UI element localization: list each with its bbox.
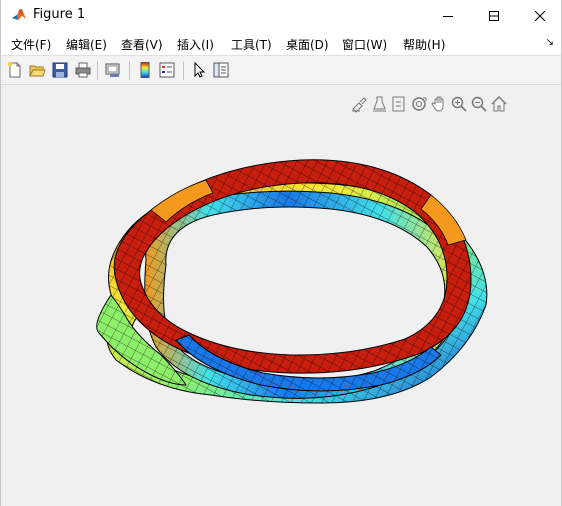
menu-edit[interactable]: 编辑(E) — [66, 36, 107, 53]
maximize-icon — [489, 10, 499, 21]
toolbar-separator — [97, 61, 98, 80]
window-title: Figure 1 — [33, 7, 86, 22]
edit-plot-icon[interactable] — [190, 61, 208, 79]
property-inspector-icon[interactable] — [212, 61, 230, 79]
save-icon[interactable] — [51, 61, 69, 79]
menu-file[interactable]: 文件(F) — [11, 36, 51, 53]
menu-collapse-icon[interactable]: ↘ — [546, 37, 554, 48]
new-figure-icon[interactable] — [6, 61, 24, 79]
toolbar-separator — [129, 61, 130, 80]
figure-canvas[interactable] — [1, 85, 561, 506]
minimize-button[interactable] — [425, 0, 471, 31]
menu-window[interactable]: 窗口(W) — [342, 36, 387, 53]
minimize-icon — [443, 15, 453, 17]
menu-help[interactable]: 帮助(H) — [403, 36, 445, 53]
close-icon — [535, 10, 545, 21]
menu-view[interactable]: 查看(V) — [121, 36, 163, 53]
insert-legend-icon[interactable] — [158, 61, 176, 79]
open-file-icon[interactable] — [28, 61, 46, 79]
figure-window: Figure 1 文件(F) 编辑(E) 查看(V) 插入(I) 工具(T) 桌… — [0, 0, 562, 506]
figure-toolbar — [1, 55, 561, 85]
close-button[interactable] — [517, 0, 562, 31]
surface-plot[interactable] — [1, 85, 561, 506]
matlab-logo-icon — [11, 7, 27, 23]
menu-bar: 文件(F) 编辑(E) 查看(V) 插入(I) 工具(T) 桌面(D) 窗口(W… — [1, 31, 561, 55]
link-plot-icon[interactable] — [104, 61, 122, 79]
insert-colorbar-icon[interactable] — [136, 61, 154, 79]
toolbar-separator — [183, 61, 184, 80]
menu-tools[interactable]: 工具(T) — [231, 36, 272, 53]
print-icon[interactable] — [74, 61, 92, 79]
menu-insert[interactable]: 插入(I) — [177, 36, 214, 53]
menu-desktop[interactable]: 桌面(D) — [286, 36, 329, 53]
maximize-button[interactable] — [471, 0, 517, 31]
